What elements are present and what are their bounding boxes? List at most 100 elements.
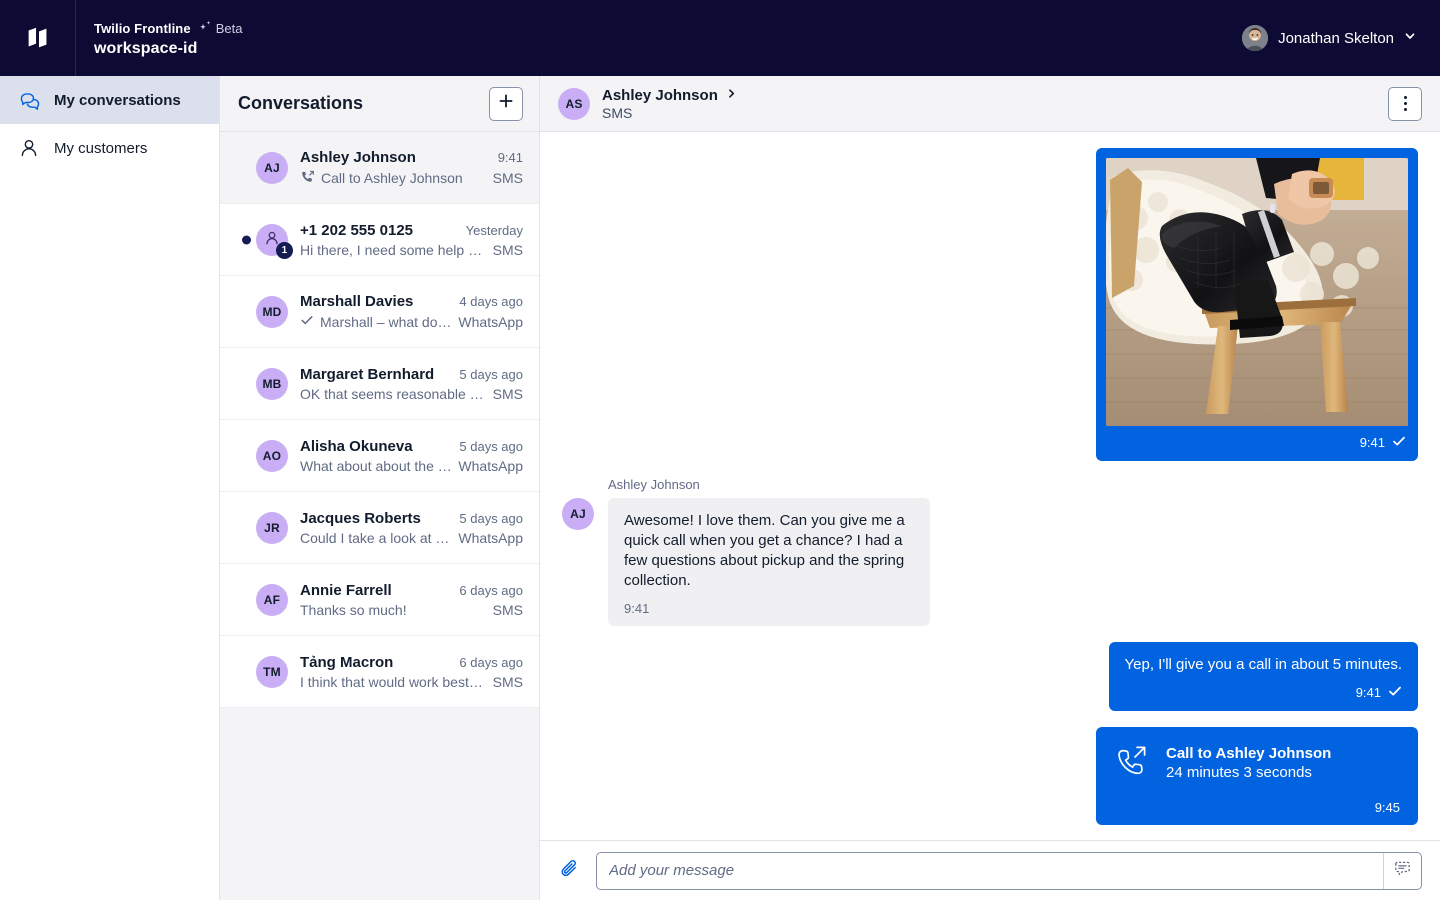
- message-time: 9:41: [1356, 685, 1381, 700]
- avatar: AF: [256, 584, 288, 616]
- chat-menu-button[interactable]: [1388, 87, 1422, 121]
- conversation-preview: What about about the b…: [300, 458, 452, 474]
- conversation-summary: Ashley Johnson 9:41: [288, 149, 523, 187]
- beta-badge: Beta: [199, 19, 243, 38]
- conversation-channel: WhatsApp: [458, 458, 523, 474]
- sparkle-icon: [199, 19, 213, 38]
- chat-channel: SMS: [602, 105, 1388, 121]
- kebab-menu-icon: [1404, 96, 1407, 111]
- conversation-list-empty-area: [220, 708, 539, 900]
- avatar-initials: JR: [264, 521, 280, 535]
- conversation-preview: OK that seems reasonable to …: [300, 386, 487, 402]
- avatar: 1: [256, 224, 288, 256]
- avatar-initials: AS: [565, 97, 582, 111]
- message-sender-name: Ashley Johnson: [562, 477, 930, 492]
- message-text: Awesome! I love them. Can you give me a …: [624, 511, 914, 591]
- conversation-summary: +1 202 555 0125 Yesterday Hi there, I ne…: [288, 222, 523, 258]
- conversation-name: Margaret Bernhard: [300, 366, 451, 383]
- conversation-list-item[interactable]: TM Tảng Macron 6 days ago I think that w…: [220, 636, 539, 708]
- logo-cell[interactable]: [0, 0, 76, 76]
- chevron-right-icon: [726, 86, 737, 104]
- message-meta: 9:41: [1106, 426, 1408, 461]
- conversation-time: 5 days ago: [459, 367, 523, 382]
- conversation-list-item[interactable]: JR Jacques Roberts 5 days ago Could I ta…: [220, 492, 539, 564]
- conversation-preview: Call to Ashley Johnson: [321, 170, 463, 186]
- beta-label: Beta: [216, 21, 243, 36]
- paperclip-icon: [559, 857, 581, 884]
- avatar: TM: [256, 656, 288, 688]
- sidebar-item-my-customers[interactable]: My customers: [0, 124, 219, 172]
- unread-indicator-dot: [242, 235, 251, 244]
- attach-file-button[interactable]: [558, 859, 582, 883]
- plus-icon: [498, 93, 514, 114]
- message-template-button[interactable]: [1383, 853, 1421, 889]
- conversation-list-item[interactable]: MB Margaret Bernhard 5 days ago OK that …: [220, 348, 539, 420]
- avatar-initials: MB: [262, 377, 281, 391]
- call-duration: 24 minutes 3 seconds: [1166, 764, 1331, 781]
- topbar-spacer: [242, 0, 1242, 76]
- message-row: Ashley Johnson AJ Awesome! I love them. …: [562, 477, 1418, 626]
- message-time: 9:41: [1360, 435, 1385, 450]
- conversation-name: Tảng Macron: [300, 654, 451, 671]
- app-body: My conversations My customers Conversati…: [0, 76, 1440, 900]
- conversation-summary: Alisha Okuneva 5 days ago What about abo…: [288, 438, 523, 474]
- conversation-summary: Tảng Macron 6 days ago I think that woul…: [288, 654, 523, 690]
- conversation-time: 5 days ago: [459, 511, 523, 526]
- message-composer: [540, 840, 1440, 900]
- conversation-summary: Margaret Bernhard 5 days ago OK that see…: [288, 366, 523, 402]
- workspace-id: workspace-id: [94, 40, 242, 58]
- conversation-preview: Thanks so much!: [300, 602, 407, 618]
- conversation-channel: SMS: [493, 602, 523, 618]
- outgoing-call-icon: [300, 169, 315, 187]
- sidebar: My conversations My customers: [0, 76, 220, 900]
- conversation-list-item[interactable]: AJ Ashley Johnson 9:41: [220, 132, 539, 204]
- message-image[interactable]: [1106, 158, 1408, 426]
- message-input[interactable]: [597, 853, 1383, 889]
- conversation-list-item[interactable]: AO Alisha Okuneva 5 days ago What about …: [220, 420, 539, 492]
- conversation-list-item[interactable]: MD Marshall Davies 4 days ago: [220, 276, 539, 348]
- message-template-icon: [1393, 859, 1412, 883]
- message-time: 9:41: [624, 601, 914, 616]
- conversation-name: +1 202 555 0125: [300, 222, 458, 239]
- conversation-list-item[interactable]: AF Annie Farrell 6 days ago Thanks so mu…: [220, 564, 539, 636]
- avatar: [1242, 25, 1268, 51]
- conversation-preview: Could I take a look at th…: [300, 530, 452, 546]
- avatar-initials: AF: [264, 593, 280, 607]
- conversation-name: Ashley Johnson: [300, 149, 490, 166]
- message-bubble-image[interactable]: 9:41: [1096, 148, 1418, 461]
- message-thread[interactable]: 9:41 Ashley Johnson: [540, 132, 1440, 840]
- conversation-name: Alisha Okuneva: [300, 438, 451, 455]
- chat-contact-name: Ashley Johnson: [602, 87, 718, 104]
- message-bubble-call[interactable]: Call to Ashley Johnson 24 minutes 3 seco…: [1096, 727, 1418, 825]
- brand-block: Twilio Frontline Beta workspace-id: [76, 0, 242, 76]
- conversation-list-item[interactable]: 1 +1 202 555 0125 Yesterday Hi there, I …: [220, 204, 539, 276]
- message-row: Yep, I'll give you a call in about 5 min…: [562, 642, 1418, 711]
- sidebar-item-my-conversations[interactable]: My conversations: [0, 76, 219, 124]
- conversation-time: 6 days ago: [459, 655, 523, 670]
- conversation-channel: SMS: [493, 674, 523, 690]
- chat-panel: AS Ashley Johnson SMS: [540, 76, 1440, 900]
- avatar: AS: [558, 88, 590, 120]
- message-input-shell: [596, 852, 1422, 890]
- avatar-initials: AO: [263, 449, 281, 463]
- message-time: 9:45: [1114, 800, 1400, 815]
- check-icon: [300, 313, 314, 330]
- avatar-initials: TM: [263, 665, 281, 679]
- user-menu[interactable]: Jonathan Skelton: [1242, 0, 1440, 76]
- chat-header: AS Ashley Johnson SMS: [540, 76, 1440, 132]
- chat-contact-link[interactable]: Ashley Johnson: [602, 86, 1388, 104]
- conversation-channel: SMS: [493, 242, 523, 258]
- frontline-app: Twilio Frontline Beta workspace-id: [0, 0, 1440, 900]
- conversation-channel: SMS: [493, 170, 523, 186]
- avatar-initials: AJ: [570, 507, 586, 521]
- avatar: MB: [256, 368, 288, 400]
- conversation-name: Annie Farrell: [300, 582, 451, 599]
- conversation-preview: Marshall – what do th…: [320, 314, 452, 330]
- message-bubble-outgoing[interactable]: Yep, I'll give you a call in about 5 min…: [1109, 642, 1418, 711]
- conversation-name: Jacques Roberts: [300, 510, 451, 527]
- new-conversation-button[interactable]: [489, 87, 523, 121]
- conversation-channel: WhatsApp: [458, 530, 523, 546]
- conversation-list: AJ Ashley Johnson 9:41: [220, 132, 539, 708]
- message-bubble-incoming[interactable]: Awesome! I love them. Can you give me a …: [608, 498, 930, 626]
- person-icon: [18, 137, 40, 159]
